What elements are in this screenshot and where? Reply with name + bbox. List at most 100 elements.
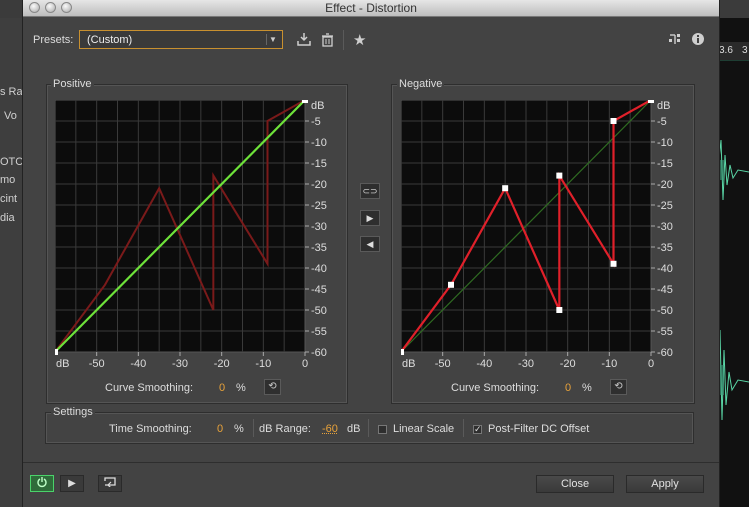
time-smoothing-unit: % (234, 423, 244, 435)
routing-icon[interactable] (668, 32, 682, 49)
x-tick-label: -40 (476, 358, 492, 370)
y-tick-label: -30 (311, 221, 327, 233)
x-tick-label: -10 (601, 358, 617, 370)
y-tick-label: -35 (311, 242, 327, 254)
x-unit-label: dB (56, 358, 69, 370)
curve-control-point (610, 118, 617, 124)
y-tick-label: -15 (311, 158, 327, 170)
y-tick-label: -40 (311, 263, 327, 275)
arrow-left-icon: ◀ (366, 239, 374, 249)
play-button[interactable]: ▶ (60, 475, 84, 492)
y-tick-label: -25 (311, 200, 327, 212)
ruler-label: 3.6 (719, 45, 733, 56)
db-range-value[interactable]: -60 (322, 423, 338, 435)
checkmark-icon: ✓ (474, 424, 482, 434)
y-tick-label: -25 (657, 200, 673, 212)
x-unit-label: dB (402, 358, 415, 370)
x-tick-label: -40 (130, 358, 146, 370)
y-tick-label: -40 (657, 263, 673, 275)
y-tick-label: -45 (311, 284, 327, 296)
close-button[interactable]: Close (536, 475, 614, 493)
y-tick-label: -5 (657, 116, 667, 128)
positive-curve-graph[interactable]: -5 -10 -15 -20 -25 -30 -35 -40 -45 -50 -55 -60 dB -50… (55, 100, 345, 370)
time-smoothing-label: Time Smoothing: (109, 423, 192, 435)
curve-control-point (401, 349, 404, 355)
y-tick-label: -60 (657, 347, 673, 359)
positive-reset-curve-button[interactable]: ⟲ (264, 379, 281, 395)
linear-scale-checkbox[interactable] (378, 425, 387, 434)
curve-control-point (648, 100, 654, 103)
title-bar: Effect - Distortion (23, 0, 719, 17)
x-tick-label: 0 (648, 358, 654, 370)
negative-curve-graph[interactable]: -5 -10 -15 -20 -25 -30 -35 -40 -45 -50 -55 -60 dB -50… (401, 100, 691, 370)
positive-curve-smoothing-value[interactable]: 0 (219, 382, 225, 394)
time-smoothing-value[interactable]: 0 (217, 423, 223, 435)
x-tick-label: -10 (255, 358, 271, 370)
x-tick-label: -50 (89, 358, 105, 370)
negative-reset-curve-button[interactable]: ⟲ (610, 379, 627, 395)
bg-text: s Ra (0, 86, 23, 98)
y-unit-label: dB (311, 100, 324, 112)
ruler-label: 3 (742, 45, 748, 56)
info-icon[interactable] (691, 32, 705, 49)
x-tick-label: -20 (560, 358, 576, 370)
negative-panel-title: Negative (397, 78, 445, 90)
presets-label: Presets: (33, 34, 74, 46)
settings-divider (368, 419, 369, 437)
apply-button[interactable]: Apply (626, 475, 704, 493)
window-title: Effect - Distortion (325, 1, 417, 15)
star-icon[interactable]: ★ (353, 31, 366, 49)
y-tick-label: -30 (657, 221, 673, 233)
curve-control-point (502, 185, 509, 192)
bg-text: OTC (0, 156, 24, 168)
settings-title: Settings (51, 406, 95, 418)
curve-control-point (610, 260, 617, 267)
x-tick-label: 0 (302, 358, 308, 370)
bg-text: dia (0, 212, 15, 224)
x-tick-label: -30 (172, 358, 188, 370)
y-tick-label: -55 (311, 326, 327, 338)
x-tick-label: -20 (214, 358, 230, 370)
post-filter-dc-offset-checkbox[interactable]: ✓ (473, 425, 482, 434)
settings-divider (463, 419, 464, 437)
bg-text: Vo (4, 110, 17, 122)
y-tick-label: -15 (657, 158, 673, 170)
save-preset-icon[interactable] (297, 32, 311, 49)
power-icon (37, 477, 47, 488)
copy-to-positive-button[interactable]: ◀ (360, 236, 380, 252)
x-tick-label: -30 (518, 358, 534, 370)
arrow-right-icon: ▶ (366, 213, 374, 223)
play-icon: ▶ (68, 478, 76, 489)
positive-panel-title: Positive (51, 78, 94, 90)
presets-dropdown[interactable]: (Custom) ▼ (79, 30, 283, 49)
link-curves-button[interactable]: ⊂⊃ (360, 183, 380, 199)
presets-value: (Custom) (87, 34, 133, 46)
y-tick-label: -50 (311, 305, 327, 317)
y-unit-label: dB (657, 100, 670, 112)
toolbar-divider (343, 30, 344, 50)
reset-icon: ⟲ (614, 381, 623, 392)
curve-control-point (448, 281, 454, 288)
y-tick-label: -5 (311, 116, 321, 128)
reset-icon: ⟲ (268, 381, 277, 392)
y-tick-label: -20 (657, 179, 673, 191)
positive-curve-smoothing-label: Curve Smoothing: (105, 382, 194, 394)
y-tick-label: -35 (657, 242, 673, 254)
trash-icon[interactable] (321, 33, 334, 50)
negative-curve-smoothing-value[interactable]: 0 (565, 382, 571, 394)
power-toggle-button[interactable] (30, 475, 54, 492)
background-time-ruler: 3.6 3 (718, 42, 749, 60)
loop-button[interactable] (98, 475, 122, 492)
y-tick-label: -60 (311, 347, 327, 359)
y-tick-label: -45 (657, 284, 673, 296)
y-tick-label: -10 (311, 137, 327, 149)
post-filter-dc-offset-label: Post-Filter DC Offset (488, 423, 590, 435)
curve-control-point (556, 307, 563, 313)
link-icon: ⊂⊃ (362, 186, 378, 196)
linear-scale-label: Linear Scale (393, 423, 455, 435)
curve-control-point (55, 349, 58, 355)
copy-to-negative-button[interactable]: ▶ (360, 210, 380, 226)
y-tick-label: -55 (657, 326, 673, 338)
db-range-label: dB Range: (259, 423, 311, 435)
y-tick-label: -10 (657, 137, 673, 149)
